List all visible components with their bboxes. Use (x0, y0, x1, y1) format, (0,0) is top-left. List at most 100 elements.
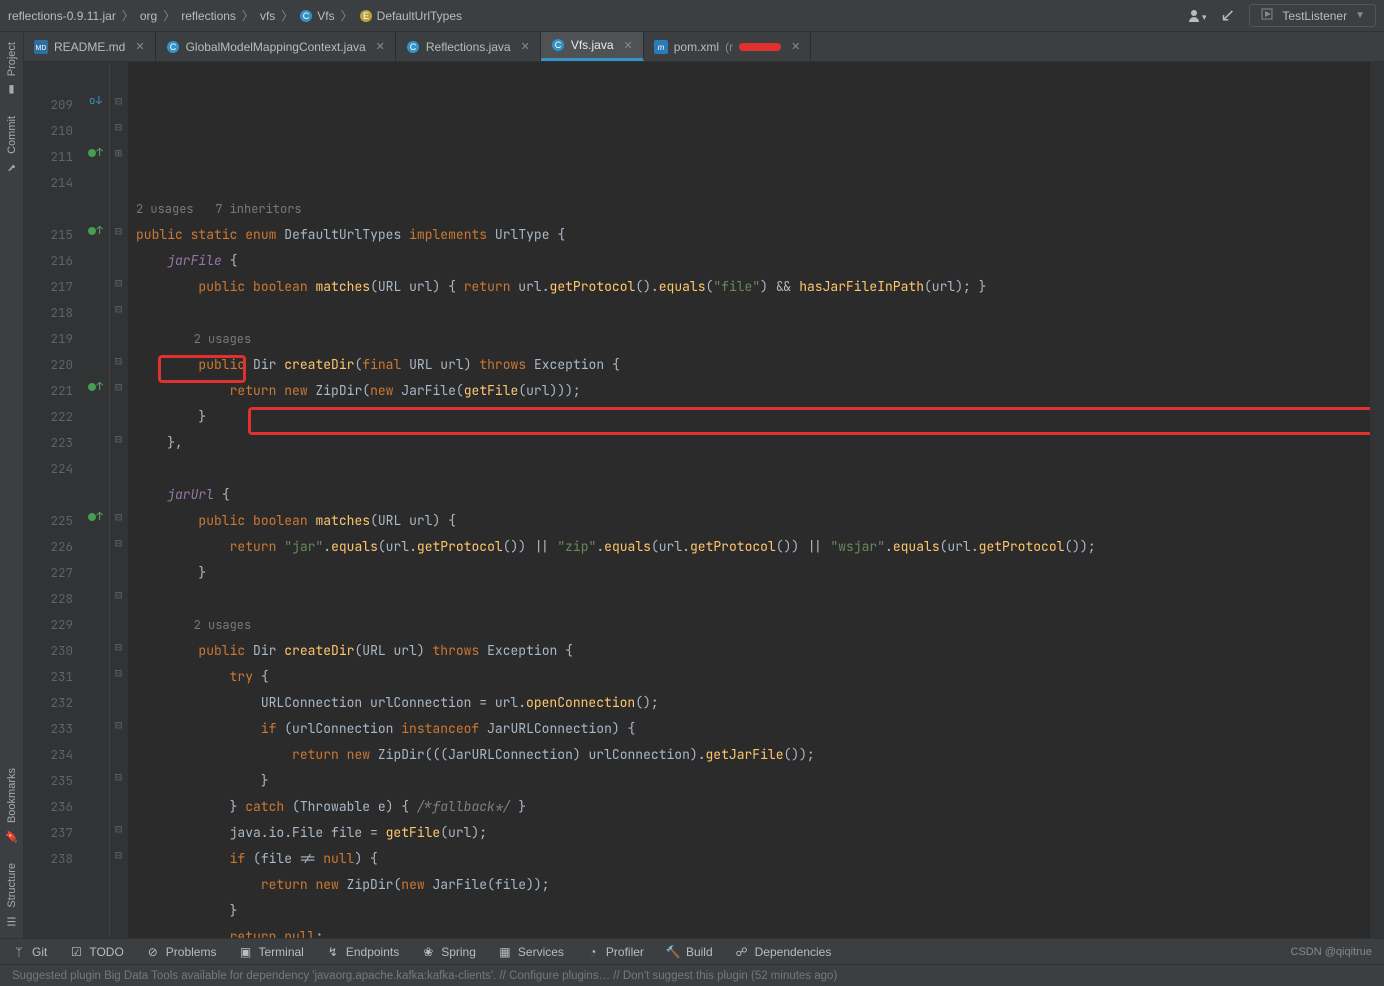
bottom-todo[interactable]: ☑ TODO (69, 945, 123, 959)
fold-marker[interactable]: ⊟ (110, 660, 127, 686)
fold-marker (110, 244, 127, 270)
chevron-right-icon: 〉 (341, 7, 353, 24)
services-icon: ▦ (498, 945, 512, 959)
breadcrumb-pkg-reflections[interactable]: reflections (181, 9, 236, 23)
user-icon[interactable]: ▾ (1188, 9, 1206, 23)
code-editor[interactable]: 2 usages 7 inheritorspublic static enum … (128, 62, 1370, 938)
tool-structure[interactable]: ☰ Structure (2, 853, 22, 938)
code-line[interactable]: 2 usages 7 inheritors (136, 196, 1370, 222)
bottom-terminal[interactable]: ▣ Terminal (238, 945, 303, 959)
fold-marker (110, 686, 127, 712)
fold-marker (110, 192, 127, 218)
bottom-dependencies[interactable]: ☍ Dependencies (735, 945, 832, 959)
fold-marker[interactable]: ⊞ (110, 140, 127, 166)
fold-marker[interactable]: ⊟ (110, 634, 127, 660)
editor-tab-globalmodelmappingcontext-java[interactable]: CGlobalModelMappingContext.java✕ (156, 32, 396, 61)
fold-marker[interactable]: ⊟ (110, 764, 127, 790)
close-icon[interactable]: ✕ (624, 39, 633, 52)
close-icon[interactable]: ✕ (521, 40, 530, 53)
back-arrow-icon[interactable]: ↙ (1220, 5, 1235, 26)
fold-marker[interactable]: ⊟ (110, 530, 127, 556)
code-line[interactable]: return null; (136, 924, 1370, 938)
code-line[interactable]: } catch (Throwable e) { /*fallback*/ } (136, 794, 1370, 820)
run-config-label: TestListener (1282, 9, 1347, 23)
editor-right-scroll-marker[interactable] (1370, 62, 1384, 938)
code-line[interactable]: public static enum DefaultUrlTypes imple… (136, 222, 1370, 248)
fold-marker[interactable]: ⊟ (110, 296, 127, 322)
run-config-selector[interactable]: TestListener ▼ (1249, 4, 1376, 27)
close-icon[interactable]: ✕ (791, 40, 800, 53)
code-line[interactable]: 2 usages (136, 326, 1370, 352)
code-line[interactable]: public boolean matches(URL url) { (136, 508, 1370, 534)
bottom-services[interactable]: ▦ Services (498, 945, 564, 959)
code-line[interactable]: return new ZipDir(new JarFile(file)); (136, 872, 1370, 898)
fold-marker[interactable]: ⊟ (110, 816, 127, 842)
editor-tab-pom-xml[interactable]: mpom.xml(r✕ (644, 32, 812, 61)
editor-tab-vfs-java[interactable]: CVfs.java✕ (541, 32, 644, 61)
breadcrumb-class[interactable]: C Vfs (299, 9, 334, 23)
tool-commit[interactable]: ✔ Commit (2, 106, 22, 184)
code-line[interactable] (136, 456, 1370, 482)
code-line[interactable]: java.io.File file = getFile(url); (136, 820, 1370, 846)
fold-marker[interactable]: ⊟ (110, 88, 127, 114)
code-line[interactable]: public Dir createDir(final URL url) thro… (136, 352, 1370, 378)
bottom-spring[interactable]: ❀ Spring (421, 945, 476, 959)
bottom-git[interactable]: ᛘ Git (12, 945, 47, 959)
fold-marker[interactable]: ⊟ (110, 374, 127, 400)
fold-marker[interactable]: ⊟ (110, 114, 127, 140)
editor-tab-reflections-java[interactable]: CReflections.java✕ (396, 32, 541, 61)
code-line[interactable]: public Dir createDir(URL url) throws Exc… (136, 638, 1370, 664)
problems-icon: ⊘ (146, 945, 160, 959)
code-line[interactable]: } (136, 404, 1370, 430)
file-icon: m (654, 40, 668, 54)
fold-marker[interactable]: ⊟ (110, 582, 127, 608)
code-line[interactable]: if (urlConnection instanceof JarURLConne… (136, 716, 1370, 742)
breadcrumb-enum[interactable]: E DefaultUrlTypes (359, 9, 462, 23)
breadcrumb-pkg-org[interactable]: org (140, 9, 157, 23)
code-line[interactable]: return "jar".equals(url.getProtocol()) |… (136, 534, 1370, 560)
code-line[interactable]: if (file != null) { (136, 846, 1370, 872)
breadcrumb-pkg-vfs[interactable]: vfs (260, 9, 275, 23)
bottom-endpoints[interactable]: ↯ Endpoints (326, 945, 399, 959)
bottom-problems[interactable]: ⊘ Problems (146, 945, 217, 959)
svg-text:E: E (363, 11, 369, 21)
code-line[interactable]: } (136, 768, 1370, 794)
fold-marker[interactable]: ⊟ (110, 348, 127, 374)
editor-tab-readme-md[interactable]: MDREADME.md✕ (24, 32, 156, 61)
tool-project-label: Project (6, 42, 18, 76)
code-line[interactable]: 2 usages (136, 612, 1370, 638)
code-line[interactable]: public boolean matches(URL url) { return… (136, 274, 1370, 300)
code-line[interactable]: jarUrl { (136, 482, 1370, 508)
code-line[interactable]: jarFile { (136, 248, 1370, 274)
code-line[interactable]: }, (136, 430, 1370, 456)
fold-marker[interactable]: ⊟ (110, 712, 127, 738)
code-line[interactable]: URLConnection urlConnection = url.openCo… (136, 690, 1370, 716)
file-icon: MD (34, 40, 48, 54)
code-line[interactable] (136, 586, 1370, 612)
fold-marker[interactable]: ⊟ (110, 218, 127, 244)
status-bar[interactable]: Suggested plugin Big Data Tools availabl… (0, 964, 1384, 986)
tool-bookmarks[interactable]: 🔖 Bookmarks (2, 758, 22, 853)
code-line[interactable]: try { (136, 664, 1370, 690)
code-line[interactable] (136, 300, 1370, 326)
code-line[interactable]: return new ZipDir(((JarURLConnection) ur… (136, 742, 1370, 768)
fold-marker[interactable]: ⊟ (110, 426, 127, 452)
close-icon[interactable]: ✕ (135, 40, 144, 53)
code-line[interactable]: } (136, 560, 1370, 586)
code-line[interactable]: return new ZipDir(new JarFile(getFile(ur… (136, 378, 1370, 404)
fold-marker[interactable]: ⊟ (110, 504, 127, 530)
tab-label: pom.xml (674, 40, 719, 54)
spring-icon: ❀ (421, 945, 435, 959)
fold-gutter[interactable]: ⊟⊟⊞ ⊟ ⊟⊟ ⊟⊟ ⊟ ⊟⊟ ⊟ ⊟⊟ ⊟ ⊟ ⊟⊟ (110, 62, 128, 938)
fold-marker (110, 478, 127, 504)
breadcrumb-jar[interactable]: reflections-0.9.11.jar (8, 9, 116, 23)
bottom-profiler[interactable]: ◔ Profiler (586, 945, 644, 959)
svg-text:C: C (410, 42, 417, 52)
fold-marker[interactable]: ⊟ (110, 270, 127, 296)
bottom-build[interactable]: 🔨 Build (666, 945, 713, 959)
close-icon[interactable]: ✕ (376, 40, 385, 53)
code-line[interactable]: } (136, 898, 1370, 924)
tool-project[interactable]: ▮ Project (2, 32, 22, 106)
run-config-icon (1260, 7, 1274, 24)
fold-marker[interactable]: ⊟ (110, 842, 127, 868)
